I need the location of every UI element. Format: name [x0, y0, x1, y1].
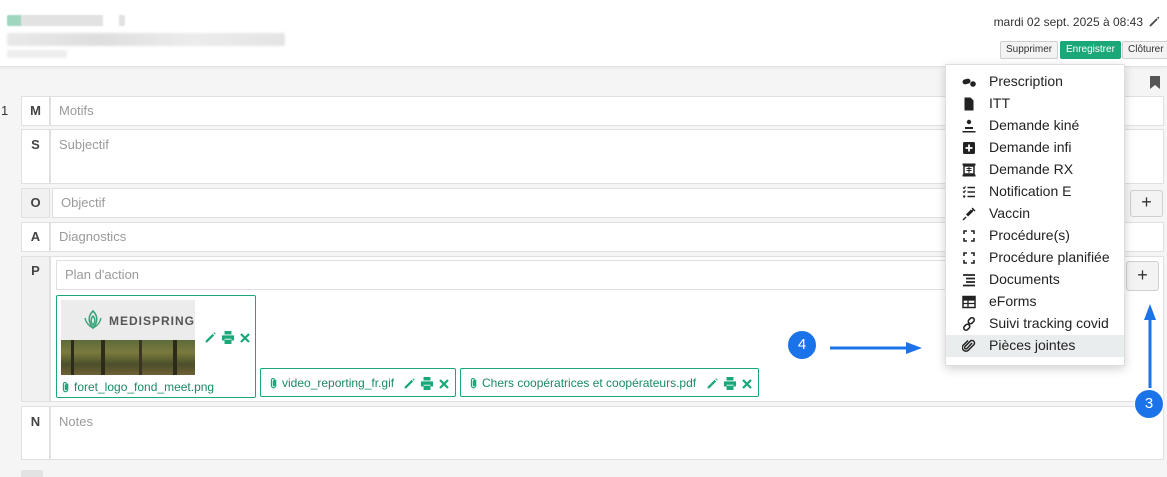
- add-item-dropdown-menu: Prescription ITT Demande kiné Demande in…: [945, 64, 1125, 366]
- menu-item-label: Vaccin: [989, 205, 1030, 221]
- massage-icon: [962, 119, 976, 133]
- paperclip-icon: [962, 339, 976, 352]
- add-objectif-button[interactable]: +: [1130, 190, 1163, 217]
- attachment-filename: Chers coopératrices et coopérateurs.pdf: [482, 376, 697, 390]
- menu-item-label: Demande infi: [989, 139, 1072, 155]
- menu-item-label: Procédure(s): [989, 227, 1070, 243]
- soap-letter-o: O: [21, 188, 50, 218]
- consultation-datetime: mardi 02 sept. 2025 à 08:43: [993, 15, 1143, 29]
- menu-item-label: Procédure planifiée: [989, 249, 1110, 265]
- print-icon[interactable]: [723, 377, 737, 390]
- medispring-logo-icon: [84, 309, 102, 330]
- bookmark-icon[interactable]: [1150, 76, 1160, 89]
- attachment-filename: video_reporting_fr.gif: [282, 376, 395, 390]
- attachment-link[interactable]: video_reporting_fr.gif: [269, 376, 394, 390]
- plus-square-icon: [963, 142, 975, 154]
- soap-letter-s: S: [21, 129, 50, 184]
- thumbnail-brand-text: MEDISPRING: [109, 314, 195, 328]
- blurred-patient-info: [7, 50, 67, 58]
- menu-item-label: Prescription: [989, 73, 1063, 89]
- blurred-patient-details: [7, 33, 285, 46]
- delete-button[interactable]: Supprimer: [1000, 41, 1059, 59]
- footer-control: [21, 470, 43, 477]
- expand-icon: [963, 252, 975, 264]
- file-icon: [964, 97, 974, 111]
- attachment-card[interactable]: video_reporting_fr.gif: [260, 368, 456, 397]
- menu-item-suivi-tracking-covid[interactable]: Suivi tracking covid: [946, 313, 1124, 335]
- list-icon: [963, 274, 975, 287]
- list-check-icon: [962, 186, 975, 198]
- remove-icon[interactable]: [438, 378, 450, 390]
- soap-row-notes: N Notes: [21, 406, 1164, 460]
- annotation-arrow-up: [1144, 304, 1156, 388]
- blurred-patient-name: [7, 15, 125, 26]
- menu-item-label: Demande kiné: [989, 117, 1080, 133]
- menu-item-label: Suivi tracking covid: [989, 315, 1109, 331]
- print-icon[interactable]: [221, 331, 235, 344]
- print-icon[interactable]: [420, 377, 434, 390]
- paperclip-icon: [270, 377, 277, 389]
- menu-item-label: ITT: [989, 95, 1010, 111]
- attachment-actions: [204, 331, 251, 344]
- menu-item-procedures[interactable]: Procédure(s): [946, 225, 1124, 247]
- attachment-link[interactable]: Chers coopératrices et coopérateurs.pdf: [469, 376, 696, 390]
- annotation-arrow-right: [830, 342, 922, 354]
- menu-item-prescription[interactable]: Prescription: [946, 71, 1124, 93]
- soap-letter-p: P: [21, 256, 50, 402]
- attachment-actions: [706, 377, 753, 390]
- close-button[interactable]: Clôturer: [1122, 41, 1167, 59]
- menu-item-vaccin[interactable]: Vaccin: [946, 203, 1124, 225]
- menu-item-demande-rx[interactable]: Demande RX: [946, 159, 1124, 181]
- notes-input[interactable]: Notes: [50, 406, 1164, 460]
- remove-icon[interactable]: [239, 332, 251, 344]
- menu-item-pieces-jointes[interactable]: Pièces jointes: [946, 335, 1124, 357]
- pills-icon: [962, 78, 976, 87]
- attachment-filename: foret_logo_fond_meet.png: [74, 380, 215, 394]
- consultation-header: mardi 02 sept. 2025 à 08:43 Supprimer En…: [0, 0, 1167, 67]
- expand-icon: [963, 230, 975, 242]
- edit-icon[interactable]: [204, 331, 217, 344]
- annotation-badge-3: 3: [1134, 389, 1164, 419]
- menu-item-demande-kine[interactable]: Demande kiné: [946, 115, 1124, 137]
- attachment-link[interactable]: foret_logo_fond_meet.png: [61, 380, 214, 394]
- edit-icon[interactable]: [403, 377, 416, 390]
- paperclip-icon: [62, 381, 69, 393]
- edit-icon[interactable]: [706, 377, 719, 390]
- line-number: 1: [1, 103, 9, 118]
- attachment-card[interactable]: MEDISPRING foret_logo_fond_meet.png: [56, 295, 256, 398]
- menu-item-procedure-planifiee[interactable]: Procédure planifiée: [946, 247, 1124, 269]
- attachment-card[interactable]: Chers coopératrices et coopérateurs.pdf: [460, 368, 759, 397]
- add-plan-button[interactable]: +: [1126, 261, 1159, 291]
- menu-item-label: Documents: [989, 271, 1060, 287]
- menu-item-label: Pièces jointes: [989, 337, 1076, 353]
- menu-item-notification-e[interactable]: Notification E: [946, 181, 1124, 203]
- menu-item-label: Notification E: [989, 183, 1072, 199]
- soap-letter-n: N: [21, 406, 50, 460]
- soap-letter-a: A: [21, 222, 50, 252]
- attachment-thumbnail: MEDISPRING: [61, 300, 195, 375]
- link-icon: [962, 317, 976, 331]
- menu-item-demande-infi[interactable]: Demande infi: [946, 137, 1124, 159]
- pencil-icon[interactable]: [1148, 15, 1161, 28]
- soap-letter-m: M: [21, 96, 50, 126]
- menu-item-eforms[interactable]: eForms: [946, 291, 1124, 313]
- menu-item-itt[interactable]: ITT: [946, 93, 1124, 115]
- menu-item-label: eForms: [989, 293, 1037, 309]
- save-button[interactable]: Enregistrer: [1060, 41, 1121, 59]
- remove-icon[interactable]: [741, 378, 753, 390]
- annotation-badge-4: 4: [787, 330, 817, 360]
- table-icon: [962, 295, 976, 309]
- paperclip-icon: [470, 377, 477, 389]
- syringe-icon: [962, 207, 976, 221]
- menu-item-documents[interactable]: Documents: [946, 269, 1124, 291]
- attachment-actions: [403, 377, 450, 390]
- menu-item-label: Demande RX: [989, 161, 1074, 177]
- xray-icon: [962, 163, 976, 177]
